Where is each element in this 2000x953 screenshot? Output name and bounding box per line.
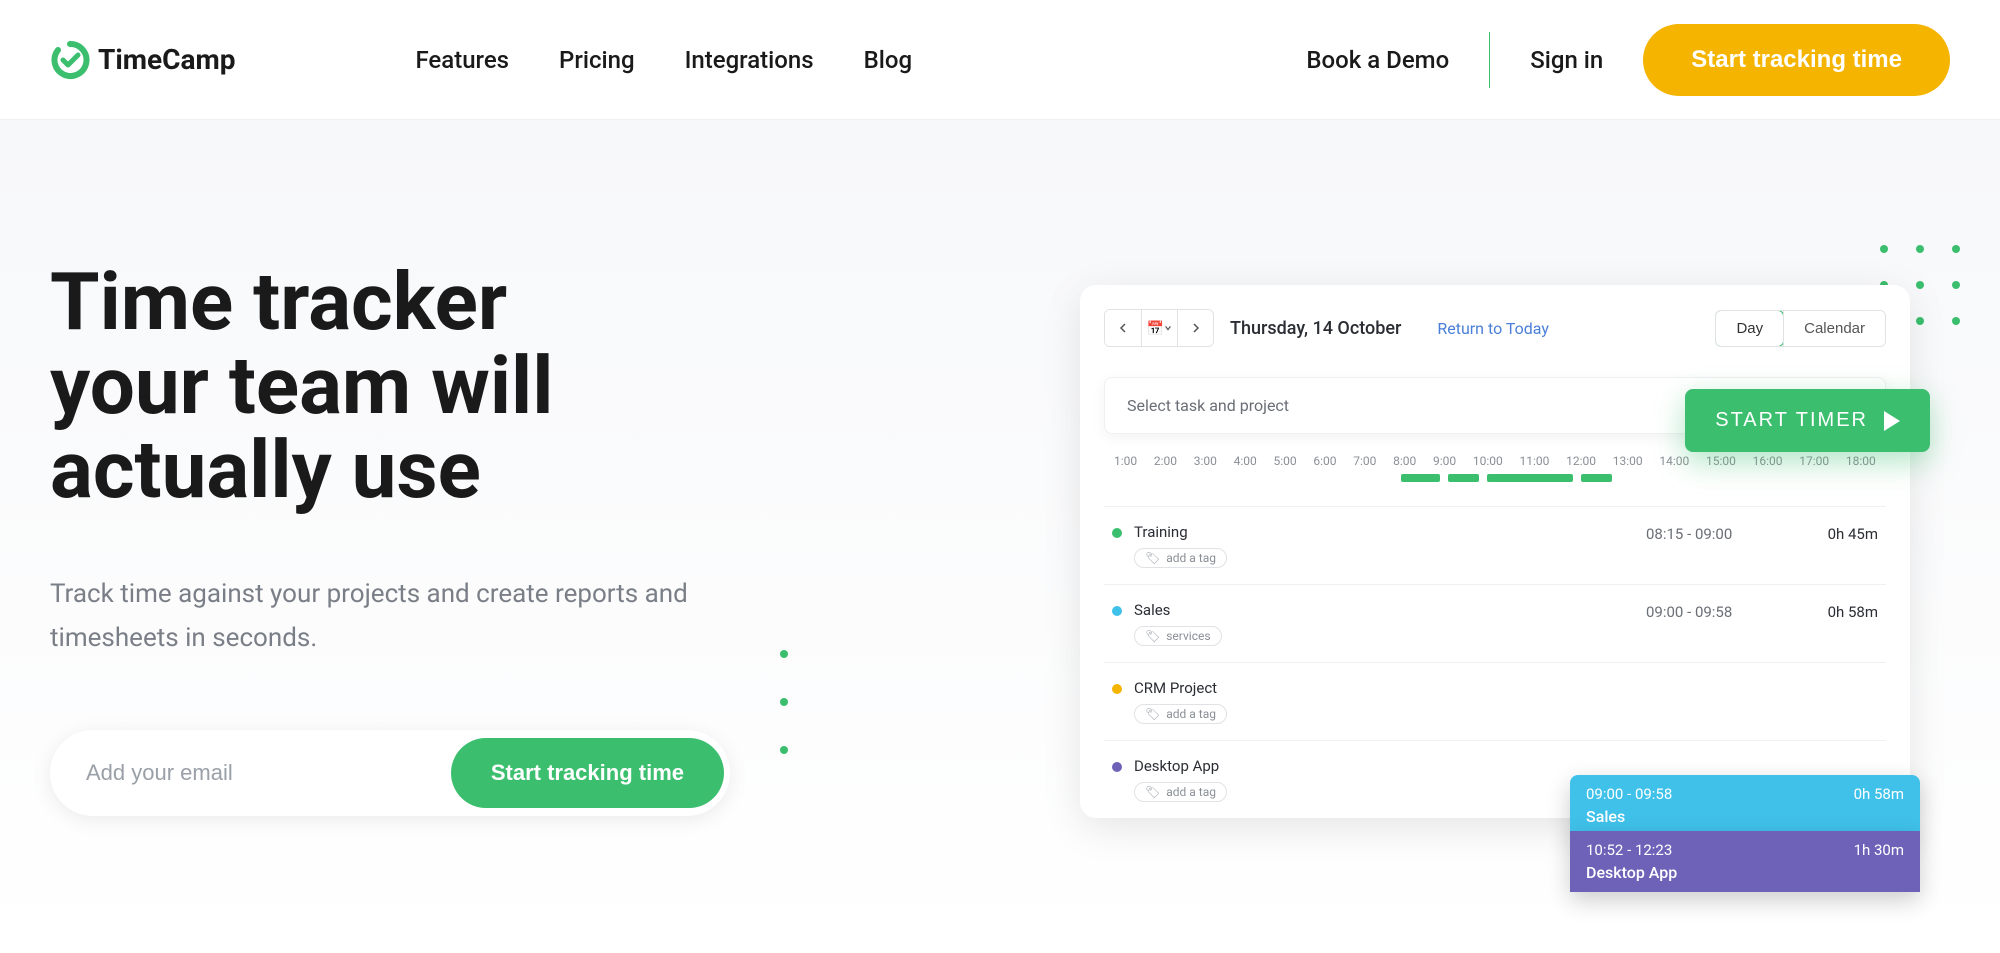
float-time: 09:00 - 09:58 <box>1586 785 1672 803</box>
float-dur: 1h 30m <box>1854 841 1904 859</box>
timeline-hours: 1:00 2:00 3:00 4:00 5:00 6:00 7:00 8:00 … <box>1104 454 1886 468</box>
tag-icon: 🏷 <box>1145 785 1160 799</box>
timeline-bars <box>1104 474 1886 486</box>
tag-pill[interactable]: 🏷add a tag <box>1134 782 1227 802</box>
entry-color-dot <box>1112 762 1122 772</box>
floating-entry-card[interactable]: 09:00 - 09:58 0h 58m Sales <box>1570 775 1920 836</box>
app-toolbar: 📅 Thursday, 14 October Return to Today D… <box>1104 309 1886 347</box>
prev-day-button[interactable] <box>1105 310 1141 346</box>
play-icon <box>1884 411 1900 431</box>
entry-title: Training <box>1134 523 1634 541</box>
email-form: Start tracking time <box>50 730 730 816</box>
logo-icon <box>50 40 90 80</box>
view-calendar-button[interactable]: Calendar <box>1783 311 1885 346</box>
entry-duration: 0h 58m <box>1798 603 1878 621</box>
time-entry[interactable]: Sales 🏷services 09:00 - 09:58 0h 58m <box>1104 585 1886 663</box>
logo-text: TimeCamp <box>98 43 235 76</box>
tag-icon: 🏷 <box>1145 551 1160 565</box>
time-entry[interactable]: CRM Project 🏷add a tag <box>1104 663 1886 741</box>
float-dur: 0h 58m <box>1854 785 1904 803</box>
entry-title: CRM Project <box>1134 679 1634 697</box>
entry-color-dot <box>1112 684 1122 694</box>
calendar-icon: 📅 <box>1147 320 1164 337</box>
hero-left: Time tracker your team will actually use… <box>50 240 810 953</box>
tag-pill[interactable]: 🏷add a tag <box>1134 704 1227 724</box>
entry-title: Sales <box>1134 601 1634 619</box>
start-tracking-button[interactable]: Start tracking time <box>1643 24 1950 96</box>
floating-entry-card[interactable]: 10:52 - 12:23 1h 30m Desktop App <box>1570 831 1920 892</box>
nav-pricing[interactable]: Pricing <box>559 46 635 74</box>
entry-color-dot <box>1112 606 1122 616</box>
time-entry[interactable]: Training 🏷add a tag 08:15 - 09:00 0h 45m <box>1104 507 1886 585</box>
entry-title: Desktop App <box>1134 757 1634 775</box>
email-submit-button[interactable]: Start tracking time <box>451 738 724 808</box>
start-timer-button[interactable]: START TIMER <box>1685 389 1930 452</box>
tag-icon: 🏷 <box>1145 707 1160 721</box>
current-date: Thursday, 14 October <box>1230 318 1401 339</box>
hero-subtitle: Track time against your projects and cre… <box>50 572 810 660</box>
main-nav: Features Pricing Integrations Blog <box>415 46 912 74</box>
date-nav: 📅 <box>1104 309 1214 347</box>
float-title: Sales <box>1586 807 1904 826</box>
float-title: Desktop App <box>1586 863 1904 882</box>
app-preview-card: 📅 Thursday, 14 October Return to Today D… <box>1080 285 1910 818</box>
email-input[interactable] <box>56 736 451 810</box>
return-today-link[interactable]: Return to Today <box>1437 319 1549 338</box>
logo[interactable]: TimeCamp <box>50 40 235 80</box>
view-day-button[interactable]: Day <box>1715 310 1784 347</box>
nav-integrations[interactable]: Integrations <box>685 46 814 74</box>
tag-icon: 🏷 <box>1145 629 1160 643</box>
tag-pill[interactable]: 🏷add a tag <box>1134 548 1227 568</box>
sign-in-link[interactable]: Sign in <box>1530 46 1603 74</box>
next-day-button[interactable] <box>1177 310 1213 346</box>
calendar-picker-button[interactable]: 📅 <box>1141 310 1177 346</box>
time-entries: Training 🏷add a tag 08:15 - 09:00 0h 45m… <box>1104 506 1886 818</box>
header-right: Book a Demo Sign in Start tracking time <box>1306 24 1950 96</box>
hero: Time tracker your team will actually use… <box>0 120 2000 953</box>
divider <box>1489 32 1490 88</box>
view-toggle: Day Calendar <box>1715 310 1886 347</box>
header: TimeCamp Features Pricing Integrations B… <box>0 0 2000 120</box>
entry-color-dot <box>1112 528 1122 538</box>
nav-features[interactable]: Features <box>415 46 509 74</box>
entry-duration: 0h 45m <box>1798 525 1878 543</box>
decorative-dots <box>780 650 788 754</box>
task-placeholder: Select task and project <box>1127 396 1289 415</box>
entry-time-range: 09:00 - 09:58 <box>1646 603 1786 621</box>
entry-time-range: 08:15 - 09:00 <box>1646 525 1786 543</box>
tag-pill[interactable]: 🏷services <box>1134 626 1222 646</box>
hero-title-l3: actually use <box>50 423 481 517</box>
hero-title-l1: Time tracker <box>50 255 507 349</box>
nav-blog[interactable]: Blog <box>864 46 913 74</box>
float-time: 10:52 - 12:23 <box>1586 841 1672 859</box>
hero-title-l2: your team will <box>50 339 553 433</box>
book-demo-link[interactable]: Book a Demo <box>1306 46 1449 74</box>
hero-title: Time tracker your team will actually use <box>50 260 810 512</box>
start-timer-label: START TIMER <box>1715 409 1868 432</box>
